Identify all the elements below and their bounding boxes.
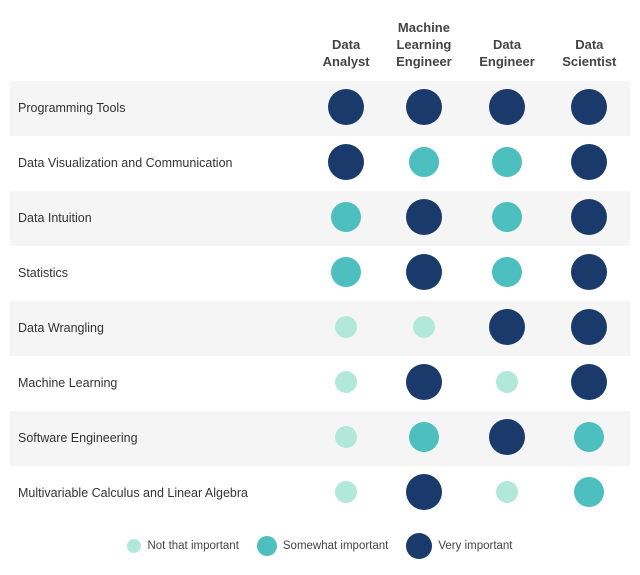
bubble-cell [382, 136, 465, 191]
bubble-cell [310, 411, 382, 466]
bubble-very [406, 89, 442, 125]
bubble-not [335, 371, 357, 393]
bubble-cell [549, 81, 630, 136]
bubble-very [406, 199, 442, 235]
bubble-not [335, 316, 357, 338]
bubble-cell [549, 411, 630, 466]
skill-label: Software Engineering [10, 411, 310, 466]
bubble-cell [549, 356, 630, 411]
bubble-cell [382, 466, 465, 521]
bubble-cell [465, 81, 548, 136]
legend-somewhat-bubble [257, 536, 277, 556]
bubble-cell [549, 191, 630, 246]
legend-not-label: Not that important [147, 540, 238, 552]
bubble-very [571, 89, 607, 125]
skill-label: Statistics [10, 246, 310, 301]
bubble-very [406, 254, 442, 290]
skill-label: Data Intuition [10, 191, 310, 246]
bubble-very [328, 89, 364, 125]
bubble-very [571, 144, 607, 180]
bubble-not [335, 426, 357, 448]
legend-very: Very important [406, 533, 512, 559]
bubble-cell [382, 301, 465, 356]
bubble-cell [465, 411, 548, 466]
bubble-cell [382, 246, 465, 301]
bubble-cell [310, 301, 382, 356]
bubble-cell [465, 466, 548, 521]
bubble-very [571, 199, 607, 235]
col-header-data-engineer: DataEngineer [465, 16, 548, 81]
bubble-very [328, 144, 364, 180]
skill-label: Data Visualization and Communication [10, 136, 310, 191]
table-row: Statistics [10, 246, 630, 301]
table-row: Software Engineering [10, 411, 630, 466]
bubble-cell [549, 246, 630, 301]
table-wrap: DataAnalyst MachineLearningEngineer Data… [10, 16, 630, 521]
legend-not: Not that important [127, 539, 238, 553]
bubble-cell [465, 246, 548, 301]
skill-label: Data Wrangling [10, 301, 310, 356]
col-header-data-analyst: DataAnalyst [310, 16, 382, 81]
bubble-somewhat [492, 147, 522, 177]
bubble-cell [549, 301, 630, 356]
bubble-cell [382, 411, 465, 466]
bubble-cell [382, 191, 465, 246]
bubble-cell [310, 466, 382, 521]
bubble-very [571, 309, 607, 345]
skill-label: Machine Learning [10, 356, 310, 411]
skill-label: Multivariable Calculus and Linear Algebr… [10, 466, 310, 521]
bubble-very [489, 309, 525, 345]
bubble-not [496, 481, 518, 503]
table-row: Multivariable Calculus and Linear Algebr… [10, 466, 630, 521]
bubble-very [571, 364, 607, 400]
bubble-not [496, 371, 518, 393]
bubble-very [489, 419, 525, 455]
bubble-somewhat [409, 422, 439, 452]
comparison-table: DataAnalyst MachineLearningEngineer Data… [10, 16, 630, 521]
bubble-somewhat [492, 257, 522, 287]
table-row: Programming Tools [10, 81, 630, 136]
legend-somewhat: Somewhat important [257, 536, 388, 556]
bubble-very [489, 89, 525, 125]
legend-somewhat-label: Somewhat important [283, 540, 388, 552]
col-header-ml-engineer: MachineLearningEngineer [382, 16, 465, 81]
bubble-cell [465, 191, 548, 246]
col-header-data-scientist: DataScientist [549, 16, 630, 81]
bubble-somewhat [574, 477, 604, 507]
chart-container: DataAnalyst MachineLearningEngineer Data… [0, 0, 640, 575]
bubble-cell [310, 356, 382, 411]
table-row: Machine Learning [10, 356, 630, 411]
bubble-somewhat [492, 202, 522, 232]
bubble-cell [549, 136, 630, 191]
bubble-cell [465, 356, 548, 411]
bubble-cell [382, 356, 465, 411]
bubble-cell [382, 81, 465, 136]
legend-not-bubble [127, 539, 141, 553]
table-row: Data Wrangling [10, 301, 630, 356]
bubble-somewhat [574, 422, 604, 452]
bubble-cell [549, 466, 630, 521]
bubble-somewhat [331, 257, 361, 287]
col-header-skill [10, 16, 310, 81]
bubble-somewhat [409, 147, 439, 177]
bubble-cell [310, 81, 382, 136]
bubble-very [571, 254, 607, 290]
bubble-not [335, 481, 357, 503]
bubble-not [413, 316, 435, 338]
bubble-cell [310, 246, 382, 301]
legend: Not that important Somewhat important Ve… [10, 533, 630, 565]
legend-very-label: Very important [438, 540, 512, 552]
table-row: Data Visualization and Communication [10, 136, 630, 191]
bubble-cell [465, 301, 548, 356]
skill-label: Programming Tools [10, 81, 310, 136]
bubble-cell [310, 136, 382, 191]
bubble-somewhat [331, 202, 361, 232]
bubble-very [406, 364, 442, 400]
bubble-cell [310, 191, 382, 246]
table-row: Data Intuition [10, 191, 630, 246]
bubble-very [406, 474, 442, 510]
bubble-cell [465, 136, 548, 191]
legend-very-bubble [406, 533, 432, 559]
